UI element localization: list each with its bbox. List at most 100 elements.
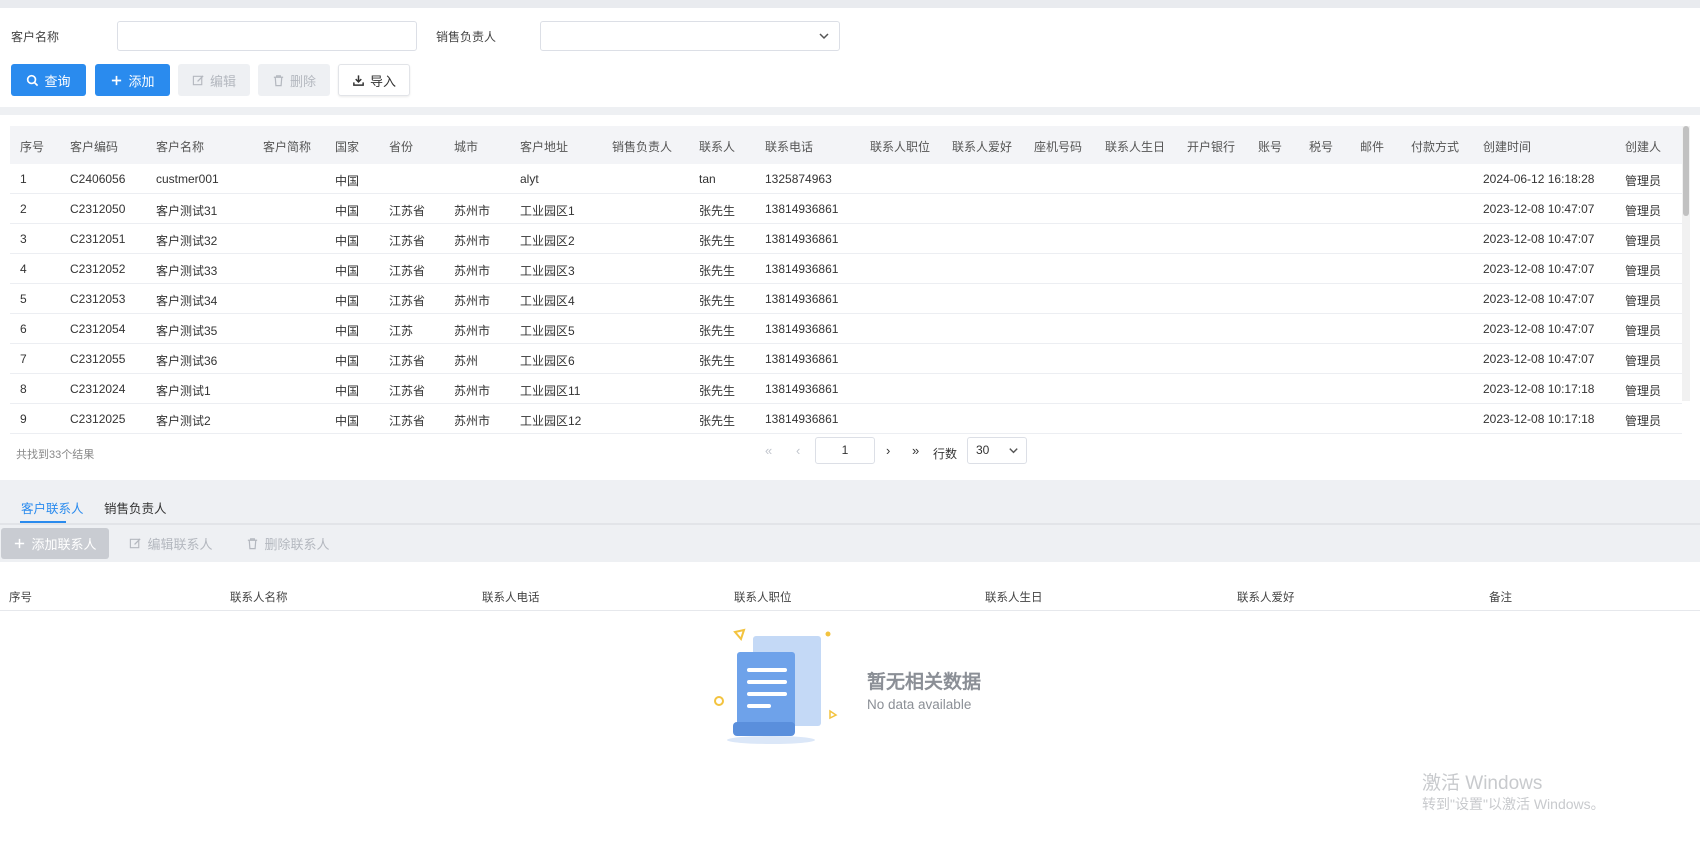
- cell-province: 江苏省: [389, 384, 426, 398]
- cell-no: 8: [20, 382, 27, 396]
- col-header[interactable]: 联系人: [699, 138, 735, 155]
- col-header[interactable]: 联系人职位: [870, 138, 930, 155]
- rows-per-page-select[interactable]: 30: [967, 437, 1027, 464]
- cell-address: alyt: [520, 172, 539, 186]
- add-label: 添加: [128, 73, 155, 89]
- col-header[interactable]: 联系人职位: [734, 589, 792, 605]
- cell-phone: 13814936861: [765, 352, 839, 366]
- cell-province: 江苏省: [389, 414, 426, 428]
- table-row[interactable]: 5 C2312053 客户测试34 中国 江苏省 苏州市 工业园区4 张先生 138149368…: [10, 284, 1682, 314]
- col-header[interactable]: 座机号码: [1034, 138, 1082, 155]
- cell-country: 中国: [335, 354, 360, 368]
- col-header[interactable]: 客户名称: [156, 138, 204, 155]
- cell-name: 客户测试32: [156, 234, 218, 248]
- col-header[interactable]: 创建时间: [1483, 138, 1531, 155]
- col-header[interactable]: 城市: [454, 138, 478, 155]
- cell-province: 江苏省: [389, 354, 426, 368]
- cell-country: 中国: [335, 294, 360, 308]
- table-row[interactable]: 2 C2312050 客户测试31 中国 江苏省 苏州市 工业园区1 张先生 138149368…: [10, 194, 1682, 224]
- cell-city: 苏州市: [454, 204, 491, 218]
- cell-code: C2312055: [70, 352, 126, 366]
- col-header[interactable]: 联系人生日: [1105, 138, 1165, 155]
- table-row[interactable]: 6 C2312054 客户测试35 中国 江苏 苏州市 工业园区5 张先生 1381493686…: [10, 314, 1682, 344]
- empty-state-subtitle: No data available: [867, 697, 972, 712]
- cell-creator: 管理员: [1625, 414, 1662, 428]
- customer-name-input[interactable]: [117, 21, 417, 51]
- last-page-icon[interactable]: »: [912, 443, 919, 458]
- delete-button[interactable]: 删除: [258, 64, 330, 96]
- table-row[interactable]: 9 C2312025 客户测试2 中国 江苏省 苏州市 工业园区12 张先生 138149368…: [10, 404, 1682, 434]
- col-header[interactable]: 客户地址: [520, 138, 568, 155]
- col-header[interactable]: 邮件: [1360, 138, 1384, 155]
- col-header[interactable]: 联系电话: [765, 138, 813, 155]
- table-scrollbar[interactable]: [1682, 126, 1690, 401]
- edit-icon: [130, 538, 142, 549]
- col-header[interactable]: 客户简称: [263, 138, 311, 155]
- col-header[interactable]: 联系人爱好: [1237, 589, 1295, 605]
- col-header[interactable]: 国家: [335, 138, 359, 155]
- cell-created: 2023-12-08 10:47:07: [1483, 292, 1595, 306]
- col-header[interactable]: 联系人电话: [482, 589, 540, 605]
- delete-contact-button[interactable]: 删除联系人: [234, 528, 342, 559]
- add-button[interactable]: 添加: [95, 64, 170, 96]
- cell-code: C2312051: [70, 232, 126, 246]
- table-row[interactable]: 3 C2312051 客户测试32 中国 江苏省 苏州市 工业园区2 张先生 138149368…: [10, 224, 1682, 254]
- col-header[interactable]: 联系人名称: [230, 589, 288, 605]
- col-header[interactable]: 备注: [1489, 589, 1512, 605]
- cell-phone: 1325874963: [765, 172, 832, 186]
- cell-country: 中国: [335, 174, 360, 188]
- col-header[interactable]: 省份: [389, 138, 413, 155]
- cell-created: 2024-06-12 16:18:28: [1483, 172, 1595, 186]
- table-row[interactable]: 8 C2312024 客户测试1 中国 江苏省 苏州市 工业园区11 张先生 138149368…: [10, 374, 1682, 404]
- plus-icon: [112, 75, 122, 85]
- cell-name: 客户测试35: [156, 324, 218, 338]
- edit-contact-button[interactable]: 编辑联系人: [117, 528, 225, 559]
- query-button[interactable]: 查询: [11, 64, 86, 96]
- cell-address: 工业园区2: [520, 234, 575, 248]
- prev-page-icon[interactable]: ‹: [796, 443, 800, 458]
- first-page-icon[interactable]: «: [765, 443, 772, 458]
- cell-no: 4: [20, 262, 27, 276]
- scrollbar-thumb[interactable]: [1683, 126, 1689, 216]
- cell-creator: 管理员: [1625, 234, 1662, 248]
- col-header[interactable]: 序号: [20, 138, 44, 155]
- cell-name: 客户测试33: [156, 264, 218, 278]
- col-header[interactable]: 税号: [1309, 138, 1333, 155]
- cell-city: 苏州市: [454, 384, 491, 398]
- col-header[interactable]: 账号: [1258, 138, 1282, 155]
- cell-province: 江苏省: [389, 264, 426, 278]
- cell-created: 2023-12-08 10:17:18: [1483, 382, 1595, 396]
- table-row[interactable]: 4 C2312052 客户测试33 中国 江苏省 苏州市 工业园区3 张先生 138149368…: [10, 254, 1682, 284]
- tab-customer-contacts[interactable]: 客户联系人: [21, 498, 84, 517]
- next-page-icon[interactable]: ›: [886, 443, 890, 458]
- cell-no: 3: [20, 232, 27, 246]
- page-number-input[interactable]: 1: [815, 437, 875, 464]
- col-header[interactable]: 销售负责人: [612, 138, 672, 155]
- col-header[interactable]: 开户银行: [1187, 138, 1235, 155]
- trash-icon: [273, 74, 284, 86]
- tab-sales-owner[interactable]: 销售负责人: [104, 498, 167, 517]
- import-button[interactable]: 导入: [338, 64, 410, 96]
- col-header[interactable]: 付款方式: [1411, 138, 1459, 155]
- col-header[interactable]: 联系人生日: [985, 589, 1043, 605]
- sales-owner-select[interactable]: [540, 21, 840, 51]
- cell-province: 江苏省: [389, 234, 426, 248]
- customer-table-panel: 序号 客户编码 客户名称 客户简称 国家 省份 城市 客户地址 销售负责人 联系…: [0, 115, 1700, 480]
- table-row[interactable]: 7 C2312055 客户测试36 中国 江苏省 苏州 工业园区6 张先生 1381493686…: [10, 344, 1682, 374]
- cell-phone: 13814936861: [765, 412, 839, 426]
- col-header[interactable]: 客户编码: [70, 138, 118, 155]
- col-header[interactable]: 序号: [9, 589, 32, 605]
- cell-country: 中国: [335, 414, 360, 428]
- edit-icon: [192, 74, 204, 85]
- col-header[interactable]: 创建人: [1625, 138, 1661, 155]
- cell-no: 2: [20, 202, 27, 216]
- add-contact-button[interactable]: 添加联系人: [1, 528, 109, 559]
- cell-creator: 管理员: [1625, 294, 1662, 308]
- col-header[interactable]: 联系人爱好: [952, 138, 1012, 155]
- cell-code: C2312025: [70, 412, 126, 426]
- cell-country: 中国: [335, 264, 360, 278]
- table-row[interactable]: 1 C2406056 custmer001 中国 alyt tan 1325874963 20…: [10, 164, 1682, 194]
- cell-contact: 张先生: [699, 234, 736, 248]
- chevron-down-icon: [819, 33, 829, 40]
- edit-button[interactable]: 编辑: [178, 64, 250, 96]
